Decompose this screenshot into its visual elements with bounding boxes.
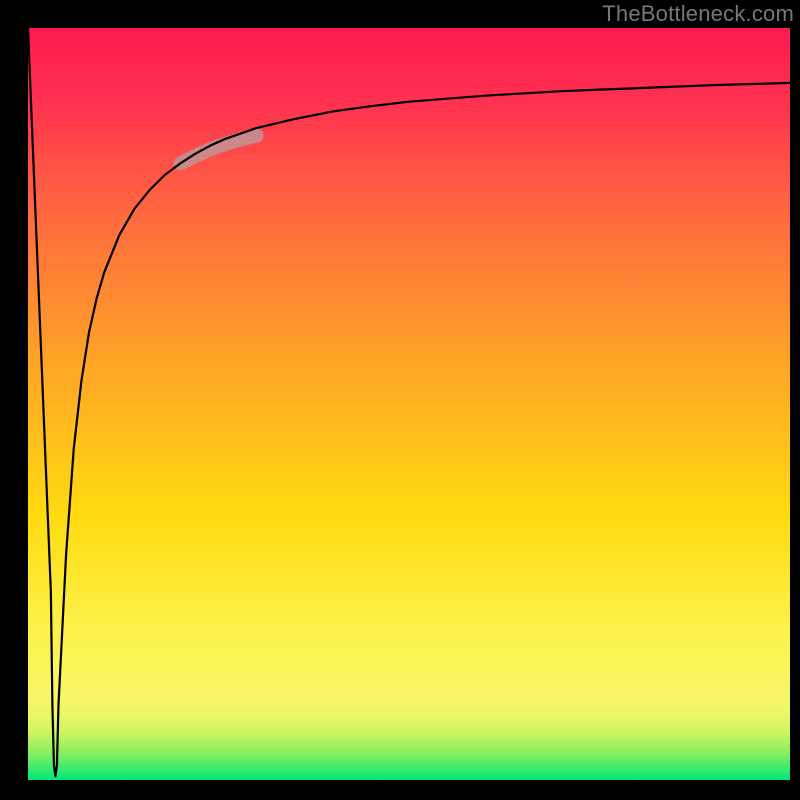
bottleneck-chart xyxy=(0,0,800,800)
watermark-text: TheBottleneck.com xyxy=(602,1,794,27)
plot-background xyxy=(28,28,790,780)
